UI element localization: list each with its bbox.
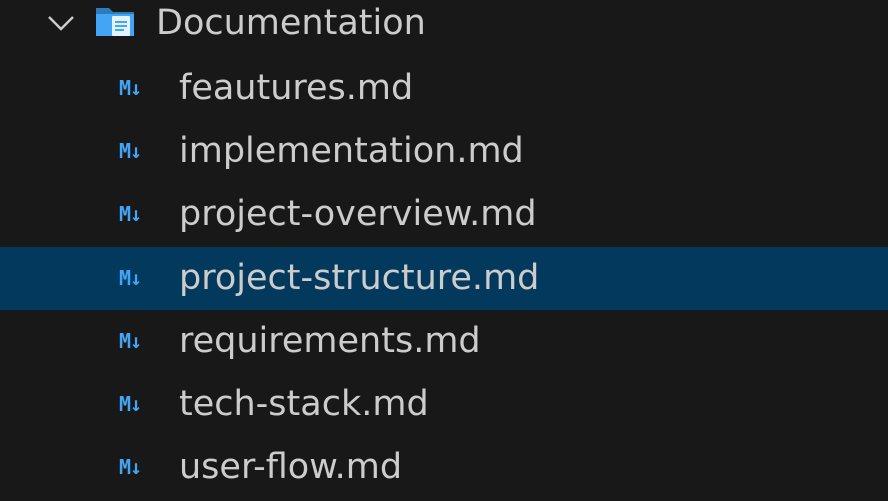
file-row-feautures[interactable]: M↓ feautures.md	[0, 57, 888, 120]
markdown-icon: M↓	[119, 329, 142, 353]
file-label: project-structure.md	[179, 258, 540, 298]
folder-docs-icon	[96, 8, 134, 36]
file-label: user-flow.md	[179, 447, 403, 487]
file-row-user-flow[interactable]: M↓ user-flow.md	[0, 436, 888, 499]
markdown-icon: M↓	[119, 76, 142, 100]
chevron-down-icon[interactable]	[46, 14, 76, 32]
markdown-icon: M↓	[119, 392, 142, 416]
file-row-implementation[interactable]: M↓ implementation.md	[0, 120, 888, 183]
file-label: implementation.md	[179, 131, 524, 171]
file-label: requirements.md	[179, 321, 481, 361]
file-row-requirements[interactable]: M↓ requirements.md	[0, 310, 888, 373]
file-label: feautures.md	[179, 68, 414, 108]
markdown-icon: M↓	[119, 139, 142, 163]
folder-label: Documentation	[156, 3, 426, 43]
markdown-icon: M↓	[119, 455, 142, 479]
markdown-icon: M↓	[119, 266, 142, 290]
file-row-project-structure[interactable]: M↓ project-structure.md	[0, 247, 888, 310]
file-label: tech-stack.md	[179, 384, 429, 424]
file-row-project-overview[interactable]: M↓ project-overview.md	[0, 183, 888, 246]
file-row-tech-stack[interactable]: M↓ tech-stack.md	[0, 373, 888, 436]
markdown-icon: M↓	[119, 202, 142, 226]
folder-row-documentation[interactable]: Documentation	[0, 0, 888, 55]
file-label: project-overview.md	[179, 194, 537, 234]
file-explorer-tree: Documentation M↓ feautures.md M↓ implementa…	[0, 0, 888, 501]
